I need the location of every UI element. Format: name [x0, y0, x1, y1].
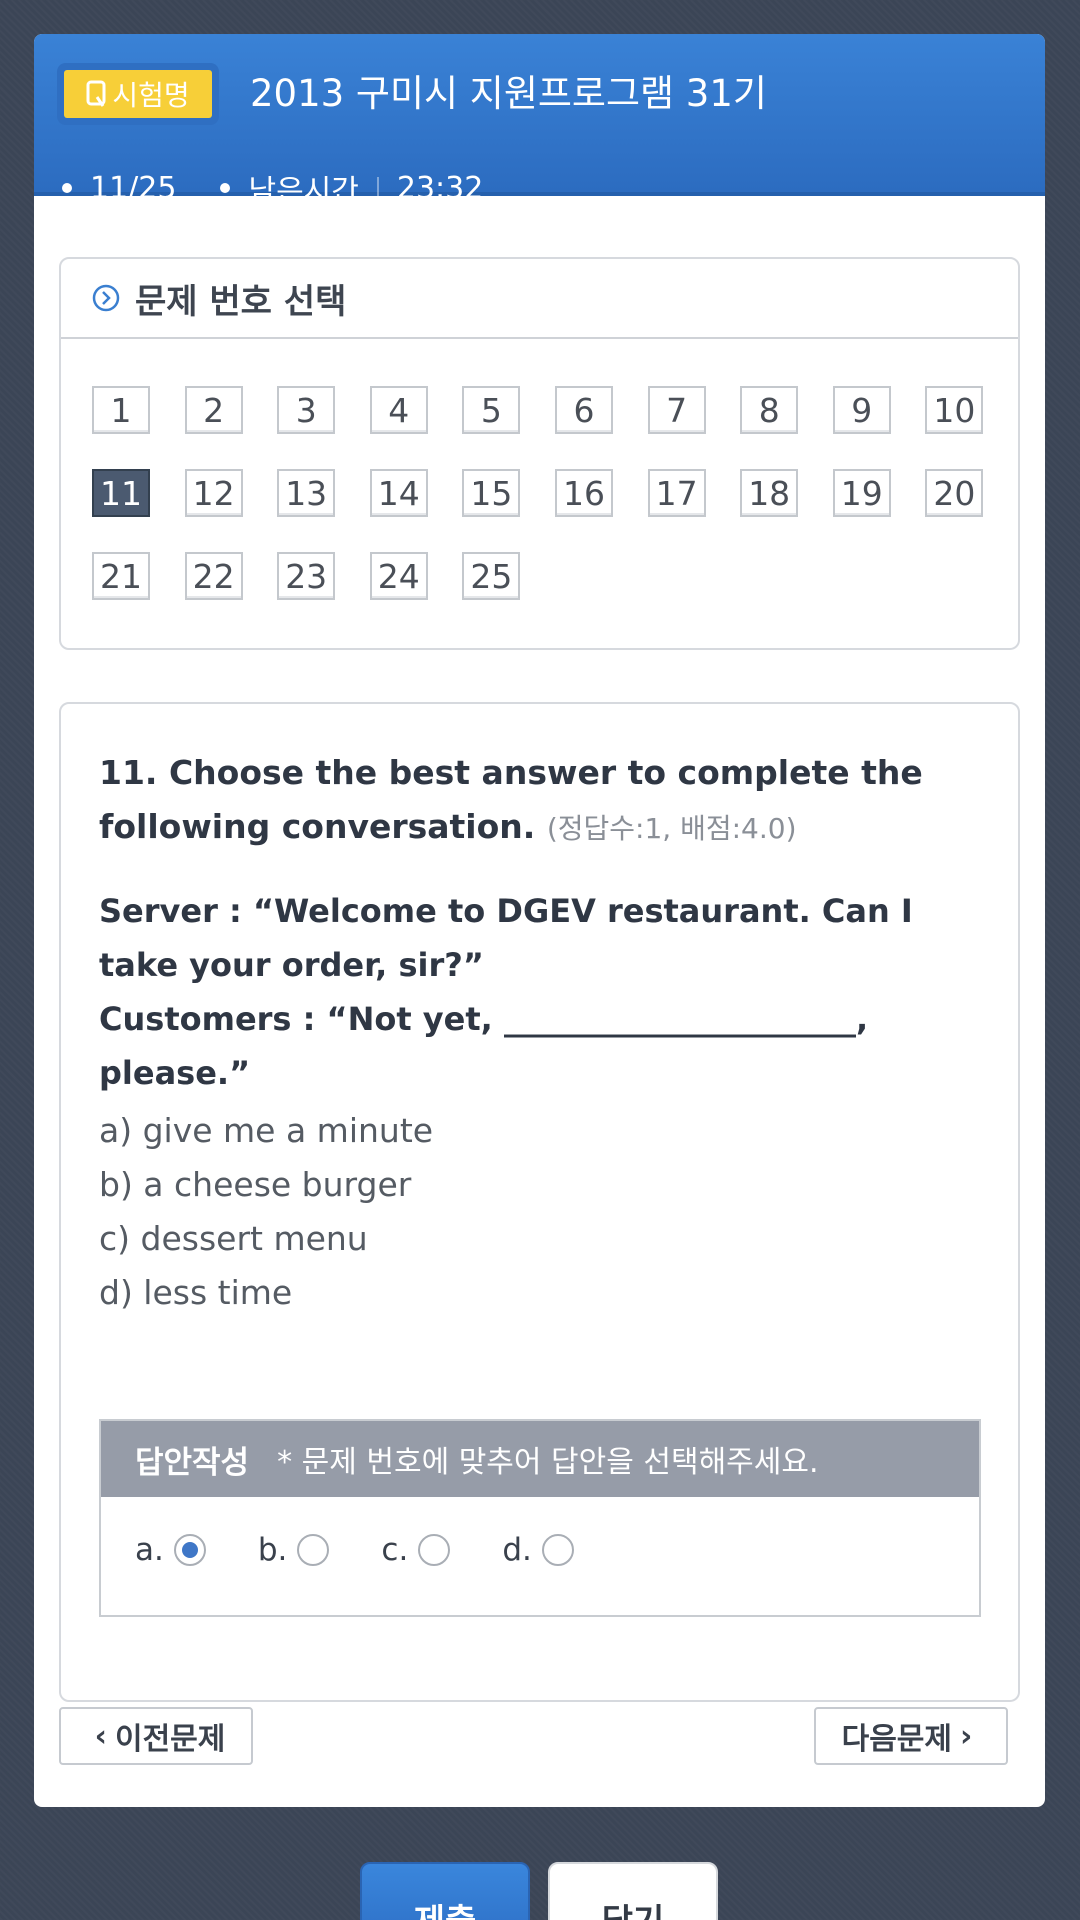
prev-question-button[interactable]: ‹ 이전문제: [59, 1707, 253, 1765]
option-a: a) give me a minute: [99, 1111, 434, 1150]
question-number-14[interactable]: 14: [369, 469, 428, 517]
bullet-icon: [220, 183, 231, 193]
answer-sheet-header: 답안작성 * 문제 번호에 맞추어 답안을 선택해주세요.: [101, 1421, 979, 1497]
choice-label: d.: [502, 1532, 532, 1568]
answer-choice-a[interactable]: a.: [135, 1532, 206, 1568]
question-number-6[interactable]: 6: [555, 386, 613, 434]
question-panel: 11. Choose the best answer to complete t…: [59, 702, 1020, 1702]
answer-label: 답안작성: [135, 1444, 250, 1481]
remaining-time-value: 23:32: [396, 170, 484, 206]
close-label: 닫기: [602, 1894, 665, 1920]
option-c: c) dessert menu: [99, 1219, 368, 1258]
question-passage: Server : “Welcome to DGEV restaurant. Ca…: [99, 884, 989, 1100]
question-number-11[interactable]: 11: [92, 469, 150, 517]
bullet-icon: [62, 183, 72, 193]
document-icon: [86, 80, 106, 108]
radio-b[interactable]: [297, 1534, 330, 1566]
question-number-10[interactable]: 10: [925, 386, 984, 434]
divider: [376, 177, 379, 199]
close-button[interactable]: 닫기: [548, 1862, 718, 1920]
remaining-time: 남은시간 23:32: [220, 166, 483, 210]
chevron-left-icon: ‹: [94, 1718, 107, 1754]
exam-meta: 11/25 남은시간 23:32: [62, 166, 483, 210]
question-text: 11. Choose the best answer to complete t…: [99, 753, 923, 846]
question-number-1[interactable]: 1: [92, 386, 150, 434]
question-number-12[interactable]: 12: [184, 469, 243, 517]
question-number-7[interactable]: 7: [647, 386, 706, 434]
choice-label: a.: [135, 1532, 164, 1568]
question-number-19[interactable]: 19: [832, 469, 891, 517]
question-number-16[interactable]: 16: [555, 469, 613, 517]
progress-text: 11/25: [90, 170, 177, 206]
selector-header: 문제 번호 선택: [61, 259, 1018, 339]
option-b: b) a cheese burger: [99, 1165, 412, 1204]
question-number-17[interactable]: 17: [647, 469, 706, 517]
question-number-3[interactable]: 3: [277, 386, 336, 434]
exam-card: 시험명 2013 구미시 지원프로그램 31기 11/25 남은시간 23:32: [34, 34, 1045, 1807]
selector-title: 문제 번호 선택: [135, 281, 347, 322]
question-number-13[interactable]: 13: [277, 469, 336, 517]
radio-d[interactable]: [541, 1534, 574, 1566]
remaining-label: 남은시간: [248, 174, 359, 209]
exam-badge-label: 시험명: [112, 79, 190, 112]
exam-title: 2013 구미시 지원프로그램 31기: [250, 72, 767, 115]
choice-label: b.: [257, 1532, 288, 1568]
passage-line-server: Server : “Welcome to DGEV restaurant. Ca…: [99, 892, 913, 984]
next-question-button[interactable]: 다음문제 ›: [814, 1707, 1008, 1765]
exam-name-badge: 시험명: [64, 70, 212, 118]
choice-label: c.: [381, 1532, 409, 1568]
question-number-24[interactable]: 24: [369, 552, 428, 600]
question-number-15[interactable]: 15: [462, 469, 521, 517]
answer-note: * 문제 번호에 맞추어 답안을 선택해주세요.: [277, 1445, 819, 1480]
question-number-2[interactable]: 2: [184, 386, 243, 434]
question-number-9[interactable]: 9: [832, 386, 891, 434]
chevron-right-icon: ›: [960, 1718, 973, 1754]
submit-label: 제출: [414, 1894, 477, 1920]
passage-line-customer: Customers : “Not yet, __________________…: [99, 1000, 869, 1092]
submit-button[interactable]: 제출: [360, 1862, 530, 1920]
radio-c[interactable]: [418, 1534, 451, 1566]
question-score: (정답수:1, 배점:4.0): [546, 812, 797, 845]
question-number-25[interactable]: 25: [462, 552, 521, 600]
question-number-23[interactable]: 23: [277, 552, 336, 600]
question-number-4[interactable]: 4: [369, 386, 428, 434]
answer-choices: a. b. c. d.: [101, 1497, 979, 1603]
question-number-18[interactable]: 18: [740, 469, 799, 517]
exam-header: 시험명 2013 구미시 지원프로그램 31기 11/25 남은시간 23:32: [34, 34, 1045, 209]
answer-choice-c[interactable]: c.: [381, 1532, 451, 1568]
chevron-circle-icon: [91, 283, 121, 313]
question-progress: 11/25: [62, 171, 176, 206]
question-number-20[interactable]: 20: [925, 469, 984, 517]
next-question-label: 다음문제: [841, 1722, 953, 1757]
question-number-22[interactable]: 22: [184, 552, 243, 600]
radio-a[interactable]: [173, 1534, 206, 1566]
prev-question-label: 이전문제: [114, 1722, 226, 1757]
question-options: a) give me a minute b) a cheese burger c…: [99, 1104, 989, 1320]
question-title: 11. Choose the best answer to complete t…: [99, 746, 989, 856]
answer-choice-b[interactable]: b.: [258, 1532, 330, 1568]
question-number-21[interactable]: 21: [92, 552, 150, 600]
answer-sheet: 답안작성 * 문제 번호에 맞추어 답안을 선택해주세요. a. b. c. d…: [99, 1419, 981, 1617]
option-d: d) less time: [99, 1273, 293, 1312]
question-number-5[interactable]: 5: [462, 386, 521, 434]
question-number-8[interactable]: 8: [740, 386, 799, 434]
answer-choice-d[interactable]: d.: [502, 1532, 574, 1568]
question-number-selector: 문제 번호 선택 1 2 3 4 5 6 7 8 9 10 11 12 13 14 15 16 17 18 19 20…: [59, 257, 1020, 650]
